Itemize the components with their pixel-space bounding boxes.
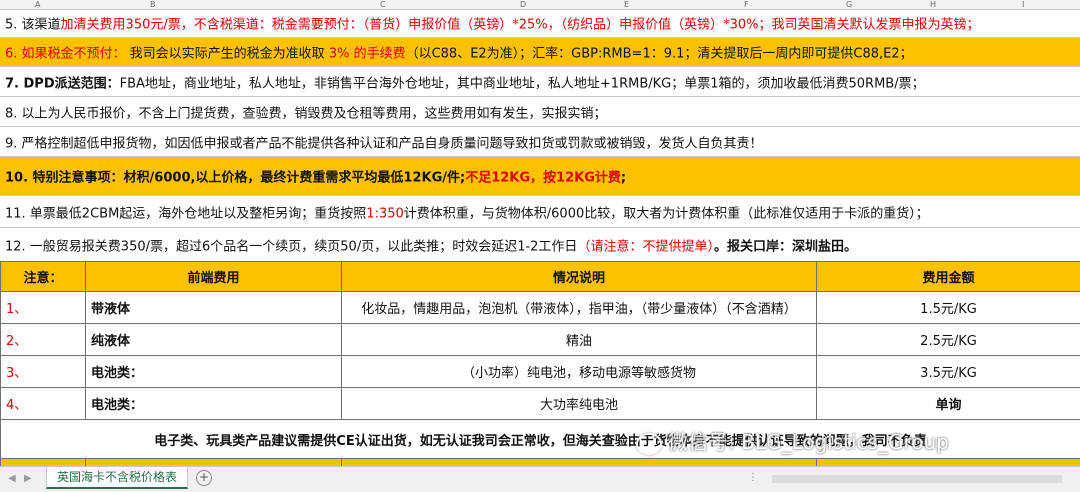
table-header-row: 注意： 前端费用 情况说明 费用金额 — [1, 262, 1080, 292]
row-12-a: 12. 一般贸易报关费350/票，超过6个品名一个续页，续页50/页，以此类推；… — [5, 239, 577, 254]
row-11-a: 11. 单票最低2CBM起运，海外仓地址以及整柜另询；重货按照 — [5, 206, 366, 221]
row-6-fee: 3% 的手续费 — [329, 47, 406, 62]
row-12[interactable]: 12. 一般贸易报关费350/票，超过6个品名一个续页，续页50/页，以此类推；… — [0, 228, 1080, 261]
table-row: 4、 电池类： 大功率纯电池 单询 — [1, 388, 1080, 420]
row-6-mid2: （以C88、E2为准）；汇率：GBP:RMB=1：9.1；清关提取后一周内即可提… — [406, 47, 913, 62]
row-11-b: 计费体积重，与货物体积/6000比较，取大者为计费体积重（此标准仅适用于卡派的重… — [404, 206, 929, 221]
row-7-rest: FBA地址，商业地址，私人地址，非销售平台海外仓地址，其中商业地址，私人地址+1… — [120, 76, 925, 91]
row-8-text: 8. 以上为人民币报价，不含上门提货费，查验费，销毁费及仓租等费用，这些费用如有… — [5, 102, 607, 121]
table-row: 3、 电池类： （小功率）纯电池，移动电源等敏感货物 3.5元/KG — [1, 356, 1080, 388]
col-header-d[interactable]: D — [520, 0, 526, 9]
row-12-bold: 。报关口岸：深圳盐田。 — [714, 239, 857, 254]
row-6-mid1: 我司会以实际产生的税金为准收取 — [126, 47, 329, 62]
row-note[interactable]: 2、 — [1, 324, 86, 356]
row-9[interactable]: 9. 严格控制超低申报货物，如因低申报或者产品不能提供各种认证和产品自身质量问题… — [0, 127, 1080, 157]
row-price[interactable]: 2.5元/KG — [817, 324, 1080, 356]
sheet-tab-active[interactable]: 英国海卡不含税价格表 — [46, 467, 188, 489]
row-12-text: 12. 一般贸易报关费350/票，超过6个品名一个续页，续页50/页，以此类推；… — [5, 235, 857, 254]
row-note[interactable]: 3、 — [1, 356, 86, 388]
row-5[interactable]: 5. 该渠道加清关费用350元/票，不含税渠道：税金需要预付：（普货）申报价值（… — [0, 9, 1080, 38]
row-note[interactable]: 4、 — [1, 388, 86, 420]
row-7[interactable]: 7. DPD派送范围：FBA地址，商业地址，私人地址，非销售平台海外仓地址，其中… — [0, 67, 1080, 97]
col-header-h[interactable]: H — [930, 0, 936, 9]
row-item[interactable]: 电池类： — [86, 356, 342, 388]
watermark: 微信号: BLG_Logistics_Group — [636, 426, 949, 455]
prev-sheet-icon[interactable]: ◀ — [8, 473, 16, 484]
row-11-red: 1:350 — [366, 206, 403, 221]
row-item[interactable]: 纯液体 — [86, 324, 342, 356]
row-12-red: （请注意：不提供提单） — [577, 239, 714, 254]
row-description[interactable]: 大功率纯电池 — [342, 388, 817, 420]
row-6-text: 6. 如果税金不预付： 我司会以实际产生的税金为准收取 3% 的手续费（以C88… — [5, 43, 913, 62]
row-10-end: ; — [621, 171, 626, 186]
watermark-text: 微信号: BLG_Logistics_Group — [668, 430, 949, 454]
row-item[interactable]: 电池类： — [86, 388, 342, 420]
row-11-text: 11. 单票最低2CBM起运，海外仓地址以及整柜另询；重货按照1:350计费体积… — [5, 202, 929, 221]
col-header-c[interactable]: C — [380, 0, 386, 9]
row-10-bold: 10. 特别注意事项：材积/6000,以上价格，最终计费重需求平均最低12KG/… — [5, 171, 465, 186]
row-7-lead: 7. DPD派送范围： — [5, 76, 120, 91]
row-5-red-text: 加清关费用350元/票，不含税渠道：税金需要预付：（普货）申报价值（英镑）*25… — [61, 18, 980, 33]
col-header-g[interactable]: G — [846, 0, 852, 9]
row-price[interactable]: 单询 — [817, 388, 1080, 420]
header-description[interactable]: 情况说明 — [342, 262, 817, 292]
col-header-i[interactable]: I — [1022, 0, 1024, 9]
add-sheet-icon[interactable]: + — [196, 470, 212, 486]
next-sheet-icon[interactable]: ▶ — [24, 473, 32, 484]
horizontal-scrollbar[interactable] — [772, 475, 1062, 483]
row-9-text: 9. 严格控制超低申报货物，如因低申报或者产品不能提供各种认证和产品自身质量问题… — [5, 132, 763, 151]
table-row: 1、 带液体 化妆品，情趣用品，泡泡机（带液体），指甲油，（带少量液体）（不含酒… — [1, 292, 1080, 324]
row-11[interactable]: 11. 单票最低2CBM起运，海外仓地址以及整柜另询；重货按照1:350计费体积… — [0, 196, 1080, 228]
row-7-text: 7. DPD派送范围：FBA地址，商业地址，私人地址，非销售平台海外仓地址，其中… — [5, 72, 925, 91]
row-5-prefix: 5. 该渠道 — [5, 18, 61, 33]
col-header-e[interactable]: E — [624, 0, 629, 9]
row-price[interactable]: 3.5元/KG — [817, 356, 1080, 388]
row-8[interactable]: 8. 以上为人民币报价，不含上门提货费，查验费，销毁费及仓租等费用，这些费用如有… — [0, 97, 1080, 127]
row-10[interactable]: 10. 特别注意事项：材积/6000,以上价格，最终计费重需求平均最低12KG/… — [0, 157, 1080, 196]
row-6-lead: 6. 如果税金不预付： — [5, 47, 126, 62]
more-options-icon[interactable]: ⋮ — [748, 472, 758, 483]
row-description[interactable]: 化妆品，情趣用品，泡泡机（带液体），指甲油，（带少量液体）（不含酒精） — [342, 292, 817, 324]
wechat-icon — [636, 433, 662, 455]
table-row: 2、 纯液体 精油 2.5元/KG — [1, 324, 1080, 356]
row-item[interactable]: 带液体 — [86, 292, 342, 324]
row-10-red: 不足12KG，按12KG计费 — [465, 171, 621, 186]
row-price[interactable]: 1.5元/KG — [817, 292, 1080, 324]
sheet-tab-bar: ◀ ▶ 英国海卡不含税价格表 + ⋮ — [0, 466, 1080, 492]
col-header-b[interactable]: B — [150, 0, 156, 9]
row-description[interactable]: 精油 — [342, 324, 817, 356]
col-header-f[interactable]: F — [744, 0, 749, 9]
row-5-text: 5. 该渠道加清关费用350元/票，不含税渠道：税金需要预付：（普货）申报价值（… — [5, 14, 980, 33]
header-note[interactable]: 注意： — [1, 262, 86, 292]
row-6[interactable]: 6. 如果税金不预付： 我司会以实际产生的税金为准收取 3% 的手续费（以C88… — [0, 38, 1080, 67]
row-10-text: 10. 特别注意事项：材积/6000,以上价格，最终计费重需求平均最低12KG/… — [5, 167, 626, 186]
header-front-fee[interactable]: 前端费用 — [86, 262, 342, 292]
row-description[interactable]: （小功率）纯电池，移动电源等敏感货物 — [342, 356, 817, 388]
header-fee-amount[interactable]: 费用金额 — [817, 262, 1080, 292]
col-header-a[interactable]: A — [35, 0, 40, 9]
row-note[interactable]: 1、 — [1, 292, 86, 324]
